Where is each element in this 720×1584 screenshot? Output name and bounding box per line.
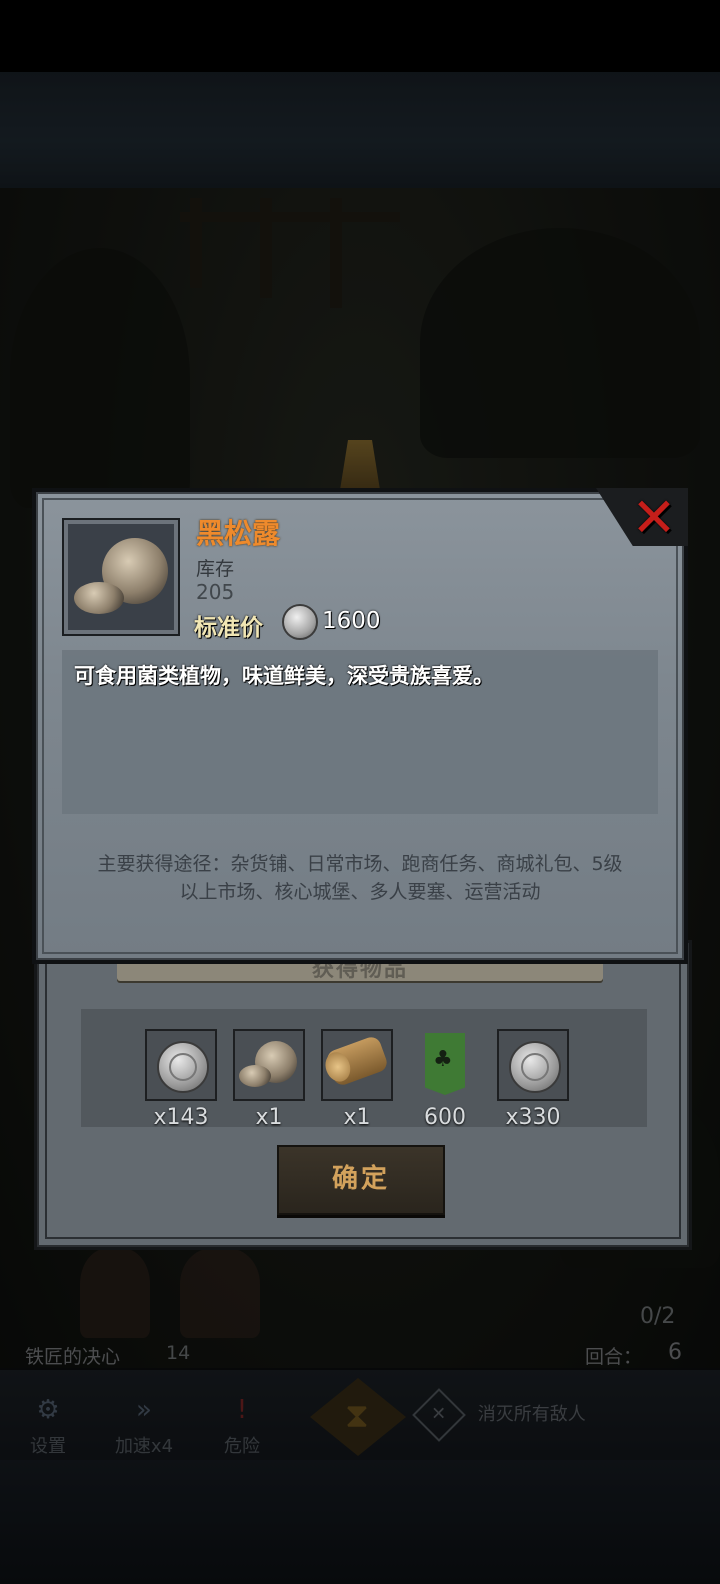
source-line: 以上市场、核心城堡、多人要塞、运营活动 (179, 881, 541, 903)
wood-log-icon (324, 1034, 390, 1088)
reward-count: x143 (153, 1105, 209, 1130)
silver-coin-icon (509, 1041, 561, 1093)
reward-list: x143 x1 x1 ♣ 600 x330 (81, 1009, 647, 1130)
price-value: 1600 (322, 608, 381, 634)
reward-icon-box (145, 1029, 217, 1101)
close-button[interactable]: ✕ (626, 491, 682, 546)
silver-coin-icon (282, 604, 318, 640)
confirm-button[interactable]: 确定 (277, 1145, 445, 1215)
reward-count: x1 (255, 1105, 283, 1130)
truffle-slice-icon (74, 582, 124, 614)
reward-icon-box (233, 1029, 305, 1101)
reward-dialog: 获得物品 x143 x1 x1 ♣ 600 x330 确定 (34, 940, 692, 1250)
acquisition-sources: 主要获得途径：杂货铺、日常市场、跑商任务、商城礼包、5级 以上市场、核心城堡、多… (76, 850, 644, 906)
reward-icon-box (321, 1029, 393, 1101)
reward-item[interactable]: ♣ 600 (409, 1029, 481, 1130)
reward-item[interactable]: x1 (321, 1029, 393, 1130)
tree-banner-icon: ♣ (425, 1033, 465, 1095)
item-description: 可食用菌类植物，味道鲜美，深受贵族喜爱。 (74, 664, 494, 688)
reward-count: x1 (343, 1105, 371, 1130)
silver-coin-icon (157, 1041, 209, 1093)
source-line: 主要获得途径：杂货铺、日常市场、跑商任务、商城礼包、5级 (97, 853, 623, 875)
stock-value: 205 (196, 580, 235, 604)
item-icon-frame (62, 518, 180, 636)
truffle-slice-icon (239, 1065, 271, 1087)
reward-icon-box (497, 1029, 569, 1101)
reward-count: 600 (424, 1105, 466, 1130)
item-name: 黑松露 (196, 517, 281, 550)
stock-label: 库存 (196, 558, 235, 580)
reward-item[interactable]: x330 (497, 1029, 569, 1130)
item-detail-dialog: ✕ 黑松露 库存 205 标准价 1600 可食用菌类植物，味道鲜美，深受贵族喜… (32, 488, 688, 964)
price-label: 标准价 (194, 615, 263, 641)
reward-item[interactable]: x143 (145, 1029, 217, 1130)
reward-count: x330 (505, 1105, 561, 1130)
reward-icon-box: ♣ (409, 1029, 481, 1101)
reward-item[interactable]: x1 (233, 1029, 305, 1130)
